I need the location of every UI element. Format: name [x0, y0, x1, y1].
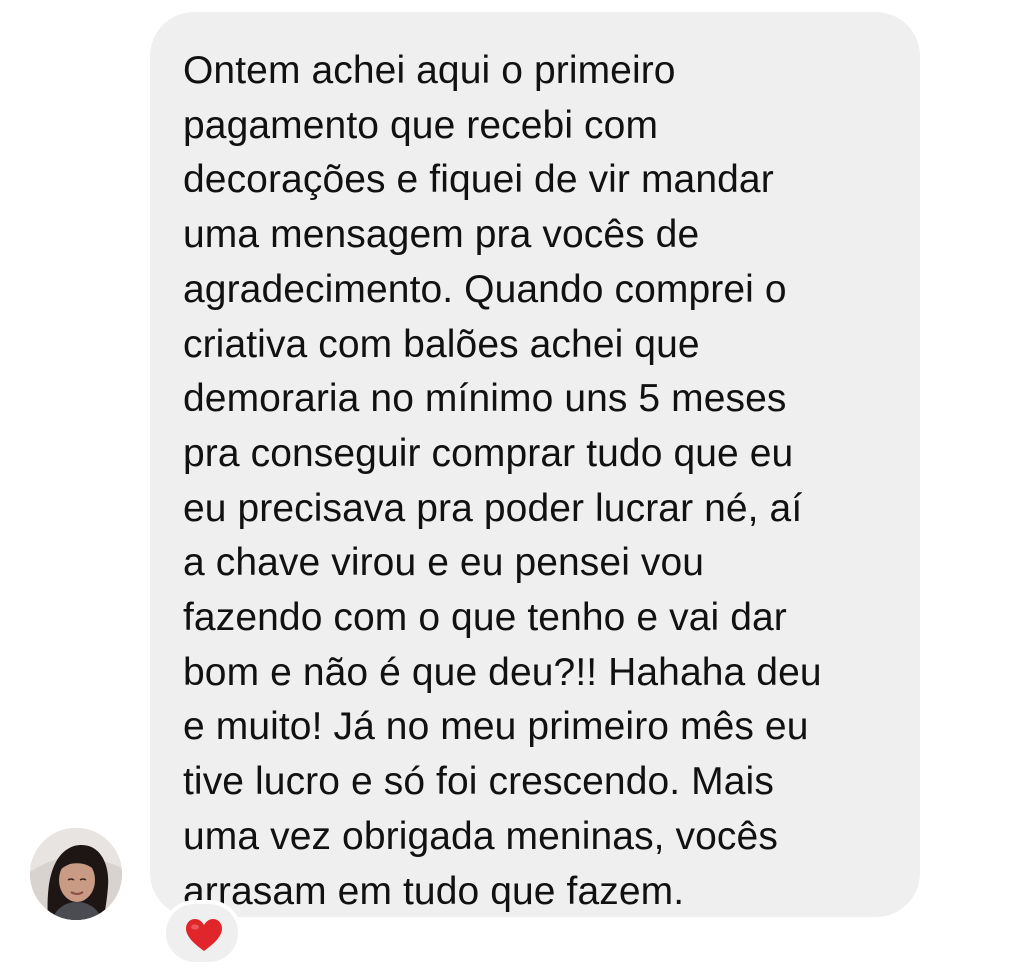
message-line: uma vez obrigada meninas, vocês	[183, 814, 778, 858]
message-line: arrasam em tudo que fazem.	[183, 869, 685, 913]
message-line: pagamento que recebi com	[183, 103, 659, 147]
reaction-badge[interactable]	[162, 900, 242, 966]
message-line: e muito! Já no meu primeiro mês eu	[183, 705, 809, 749]
user-photo-avatar-icon	[30, 828, 122, 920]
message-text: Ontem achei aqui o primeiro pagamento qu…	[183, 44, 913, 919]
message-line: eu precisava pra poder lucrar né, aí	[183, 486, 803, 530]
message-line: fazendo com o que tenho e vai dar	[183, 596, 787, 640]
message-line: a chave virou e eu pensei vou	[183, 541, 705, 585]
message-line: demoraria no mínimo uns 5 meses	[183, 377, 787, 421]
message-line: decorações e fiquei de vir mandar	[183, 158, 774, 202]
message-line: tive lucro e só foi crescendo. Mais	[183, 760, 774, 804]
message-line: pra conseguir comprar tudo que eu	[183, 431, 794, 475]
message-line: agradecimento. Quando comprei o	[183, 267, 787, 311]
message-line: uma mensagem pra vocês de	[183, 213, 700, 257]
message-line: bom e não é que deu?!! Hahaha deu	[183, 650, 822, 694]
message-line: Ontem achei aqui o primeiro	[183, 49, 676, 92]
sender-avatar[interactable]	[30, 828, 122, 920]
message-thread: Ontem achei aqui o primeiro pagamento qu…	[0, 0, 1024, 971]
red-heart-icon	[186, 919, 222, 951]
message-line: criativa com balões achei que	[183, 322, 700, 366]
